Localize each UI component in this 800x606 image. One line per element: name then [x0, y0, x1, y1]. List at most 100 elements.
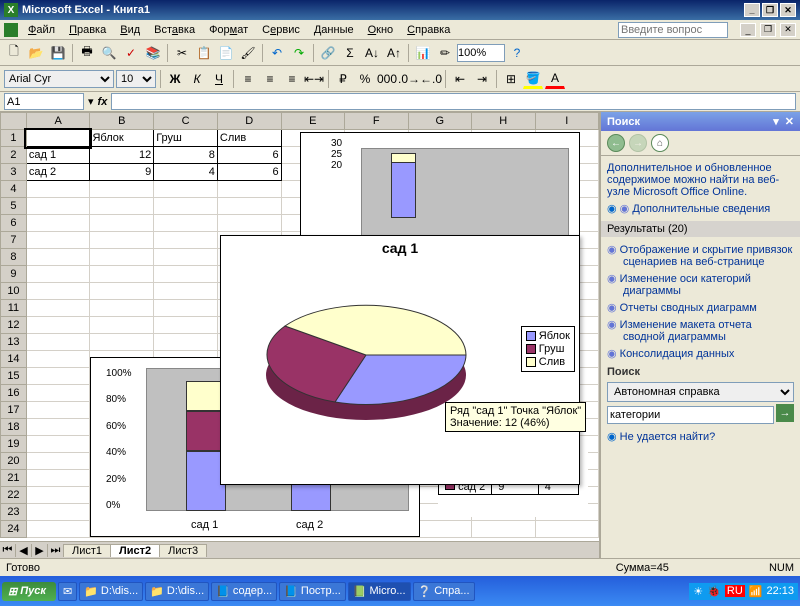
cell[interactable] — [26, 385, 90, 402]
increase-indent-icon[interactable]: ⇥ — [472, 69, 492, 89]
tray-icon[interactable]: 🐞 — [707, 585, 721, 598]
row-header[interactable]: 3 — [1, 164, 27, 181]
row-header[interactable]: 22 — [1, 487, 27, 504]
col-header[interactable]: C — [154, 113, 218, 130]
menu-tools[interactable]: Сервис — [256, 22, 306, 38]
font-name-select[interactable]: Arial Cyr — [4, 70, 114, 88]
dropdown-icon[interactable]: ▾ — [88, 95, 94, 108]
percent-icon[interactable]: % — [355, 69, 375, 89]
menu-edit[interactable]: Правка — [63, 22, 112, 38]
cell[interactable] — [26, 351, 90, 368]
row-header[interactable]: 20 — [1, 453, 27, 470]
menu-file[interactable]: Файл — [22, 22, 61, 38]
hyperlink-icon[interactable]: 🔗 — [318, 43, 338, 63]
copy-icon[interactable]: 📋 — [194, 43, 214, 63]
cell[interactable] — [26, 317, 90, 334]
increase-decimal-icon[interactable]: .0→ — [399, 69, 419, 89]
doc-close-button[interactable]: ✕ — [780, 23, 796, 37]
cell[interactable]: 6 — [217, 164, 281, 181]
bold-icon[interactable]: Ж — [165, 69, 185, 89]
cell[interactable] — [535, 521, 599, 538]
col-header[interactable]: G — [408, 113, 471, 130]
cell[interactable] — [90, 283, 154, 300]
row-header[interactable]: 6 — [1, 215, 27, 232]
comma-icon[interactable]: 000 — [377, 69, 397, 89]
help-pane-dropdown-icon[interactable]: ▾ — [773, 115, 779, 128]
row-header[interactable]: 17 — [1, 402, 27, 419]
cell[interactable] — [217, 181, 281, 198]
col-header[interactable]: A — [26, 113, 90, 130]
cell[interactable] — [90, 300, 154, 317]
align-right-icon[interactable]: ≡ — [282, 69, 302, 89]
help-result-link[interactable]: Консолидация данных — [623, 347, 794, 360]
align-center-icon[interactable]: ≡ — [260, 69, 280, 89]
help-icon[interactable]: ? — [507, 43, 527, 63]
col-header[interactable]: E — [281, 113, 344, 130]
help-result-link[interactable]: Отчеты сводных диаграмм — [623, 301, 794, 314]
col-header[interactable]: D — [217, 113, 281, 130]
cell[interactable] — [26, 504, 90, 521]
drawing-icon[interactable]: ✏ — [435, 43, 455, 63]
row-header[interactable]: 21 — [1, 470, 27, 487]
cell[interactable] — [26, 198, 90, 215]
menu-format[interactable]: Формат — [203, 22, 254, 38]
preview-icon[interactable]: 🔍 — [99, 43, 119, 63]
menu-data[interactable]: Данные — [308, 22, 360, 38]
row-header[interactable]: 4 — [1, 181, 27, 198]
cell[interactable] — [154, 215, 218, 232]
help-result-link[interactable]: Изменение макета отчета сводной диаграмм… — [623, 318, 794, 343]
quick-launch-icon[interactable]: ✉ — [58, 582, 77, 601]
cell[interactable] — [26, 283, 90, 300]
cell[interactable] — [217, 198, 281, 215]
help-result-link[interactable]: Изменение оси категорий диаграммы — [623, 272, 794, 297]
cell[interactable] — [26, 453, 90, 470]
tray-icon[interactable]: 📶 — [749, 585, 763, 598]
chart-wizard-icon[interactable]: 📊 — [413, 43, 433, 63]
cell[interactable] — [26, 181, 90, 198]
autosum-icon[interactable]: Σ — [340, 43, 360, 63]
cell[interactable] — [90, 249, 154, 266]
spellcheck-icon[interactable]: ✓ — [121, 43, 141, 63]
lang-indicator[interactable]: RU — [725, 585, 745, 597]
cell[interactable] — [26, 232, 90, 249]
cell[interactable] — [26, 487, 90, 504]
tray-icon[interactable]: ☀ — [693, 585, 703, 598]
cell[interactable]: Груш — [154, 130, 218, 147]
task-item[interactable]: 📁D:\dis... — [145, 582, 209, 601]
row-header[interactable]: 16 — [1, 385, 27, 402]
task-item[interactable]: ❔Спра... — [413, 582, 475, 601]
row-header[interactable]: 10 — [1, 283, 27, 300]
tab-last-icon[interactable]: ⏭ — [48, 544, 64, 557]
task-item-active[interactable]: 📗Micro... — [348, 582, 411, 601]
row-header[interactable]: 9 — [1, 266, 27, 283]
cell[interactable] — [26, 249, 90, 266]
cut-icon[interactable]: ✂ — [172, 43, 192, 63]
row-header[interactable]: 15 — [1, 368, 27, 385]
row-header[interactable]: 14 — [1, 351, 27, 368]
save-icon[interactable]: 💾 — [48, 43, 68, 63]
task-item[interactable]: 📘содер... — [211, 582, 277, 601]
cell[interactable] — [154, 283, 218, 300]
merge-center-icon[interactable]: ⇤⇥ — [304, 69, 324, 89]
row-header[interactable]: 5 — [1, 198, 27, 215]
row-header[interactable]: 8 — [1, 249, 27, 266]
cell[interactable] — [26, 419, 90, 436]
cell[interactable] — [90, 181, 154, 198]
col-header[interactable]: F — [345, 113, 408, 130]
formula-input[interactable] — [111, 93, 796, 110]
cell[interactable] — [90, 266, 154, 283]
cell[interactable] — [154, 232, 218, 249]
help-pane-close-icon[interactable]: ✕ — [785, 115, 794, 128]
undo-icon[interactable]: ↶ — [267, 43, 287, 63]
row-header[interactable]: 12 — [1, 317, 27, 334]
cell[interactable] — [154, 249, 218, 266]
research-icon[interactable]: 📚 — [143, 43, 163, 63]
row-header[interactable]: 13 — [1, 334, 27, 351]
paste-icon[interactable]: 📄 — [216, 43, 236, 63]
cell[interactable] — [154, 317, 218, 334]
menu-view[interactable]: Вид — [114, 22, 146, 38]
task-item[interactable]: 📘Постр... — [279, 582, 346, 601]
sort-asc-icon[interactable]: A↓ — [362, 43, 382, 63]
cell[interactable] — [472, 521, 535, 538]
print-icon[interactable]: 🖶 — [77, 43, 97, 63]
